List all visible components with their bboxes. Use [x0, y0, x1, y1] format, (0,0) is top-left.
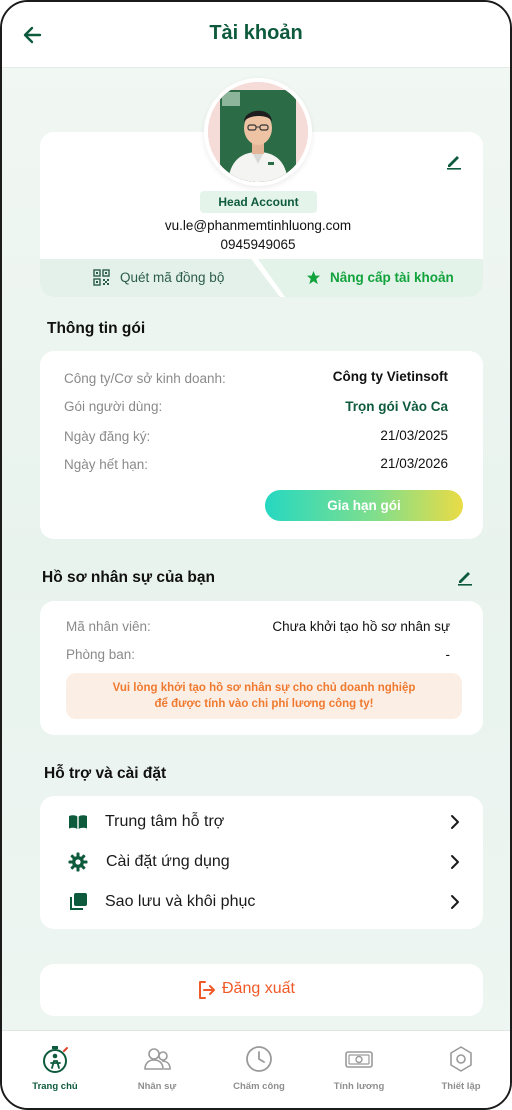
employee-id-label: Mã nhân viên: — [66, 619, 151, 634]
plan-value: Trọn gói Vào Ca — [345, 399, 448, 414]
nav-label-attendance: Chấm công — [233, 1081, 285, 1092]
nav-label-staff: Nhân sự — [137, 1081, 177, 1092]
package-section-title: Thông tin gói — [47, 320, 146, 337]
nav-item-home[interactable]: Trang chủ — [4, 1031, 106, 1108]
menu-label-app-settings: Cài đặt ứng dụng — [106, 853, 230, 870]
nav-label-payroll: Tính lương — [333, 1081, 385, 1092]
nav-item-settings[interactable]: Thiết lập — [410, 1031, 510, 1108]
bottom-nav: Trang chủ Nhân sự Chấm công Tính lương T… — [2, 1030, 510, 1108]
nav-item-attendance[interactable]: Chấm công — [208, 1031, 310, 1108]
expiry-date-value: 21/03/2026 — [380, 456, 448, 471]
menu-item-support-center[interactable]: Trung tâm hỗ trợ — [40, 802, 483, 842]
avatar[interactable] — [204, 78, 312, 186]
register-date-value: 21/03/2025 — [380, 428, 448, 443]
chevron-right-icon — [451, 895, 459, 909]
menu-label-support-center: Trung tâm hỗ trợ — [105, 813, 225, 830]
user-phone: 0945949065 — [220, 237, 296, 252]
gear-icon — [68, 852, 88, 872]
expiry-date-label: Ngày hết hạn: — [64, 457, 149, 472]
nav-item-payroll[interactable]: Tính lương — [308, 1031, 410, 1108]
company-value: Công ty Vietinsoft — [332, 369, 448, 384]
page-title: Tài khoản — [209, 22, 303, 44]
warning-line-2: để được tính vào chi phí lương công ty! — [154, 698, 374, 710]
upgrade-account-label: Nâng cấp tài khoản — [330, 270, 454, 285]
app-header: Tài khoản — [2, 2, 510, 68]
hr-section-title: Hồ sơ nhân sự của bạn — [42, 569, 215, 586]
chevron-right-icon — [451, 815, 459, 829]
edit-hr-pencil-icon[interactable] — [456, 568, 474, 586]
logout-button[interactable]: Đăng xuất — [40, 964, 483, 1016]
plan-label: Gói người dùng: — [64, 399, 163, 414]
nav-label-home: Trang chủ — [32, 1081, 78, 1092]
menu-item-backup-restore[interactable]: Sao lưu và khôi phục — [40, 882, 483, 922]
scan-sync-label: Quét mã đồng bộ — [120, 270, 225, 285]
register-date-label: Ngày đăng ký: — [64, 429, 151, 444]
qr-scan-icon — [93, 269, 110, 286]
clock-icon — [246, 1046, 272, 1072]
nav-label-settings: Thiết lập — [441, 1081, 481, 1092]
warning-line-1: Vui lòng khởi tạo hồ sơ nhân sự cho chủ … — [112, 682, 416, 694]
money-icon — [345, 1051, 373, 1068]
book-icon — [69, 815, 87, 829]
menu-item-app-settings[interactable]: Cài đặt ứng dụng — [40, 842, 483, 882]
role-badge: Head Account — [200, 191, 317, 213]
hr-warning-box: Vui lòng khởi tạo hồ sơ nhân sự cho chủ … — [66, 673, 462, 719]
company-label: Công ty/Cơ sở kinh doanh: — [64, 371, 226, 386]
nav-item-staff[interactable]: Nhân sự — [106, 1031, 208, 1108]
chevron-right-icon — [451, 855, 459, 869]
employee-id-value: Chưa khởi tạo hồ sơ nhân sự — [272, 619, 450, 634]
menu-label-backup-restore: Sao lưu và khôi phục — [105, 893, 256, 910]
avatar-photo-icon — [208, 82, 308, 182]
logout-icon — [199, 981, 215, 999]
department-value: - — [445, 647, 451, 662]
renew-plan-button[interactable]: Gia hạn gói — [265, 490, 463, 521]
support-section-title: Hỗ trợ và cài đặt — [44, 765, 167, 782]
star-icon — [306, 270, 321, 285]
settings-icon — [450, 1046, 472, 1072]
edit-profile-pencil-icon[interactable] — [445, 152, 463, 170]
home-timer-icon — [43, 1046, 68, 1073]
department-label: Phòng ban: — [66, 647, 136, 662]
logout-label: Đăng xuất — [222, 980, 295, 997]
copy-icon — [70, 893, 87, 910]
people-icon — [144, 1048, 171, 1070]
phone-frame: Tài khoản Head Account vu.le@phanmemtinh… — [0, 0, 512, 1110]
profile-actions: Quét mã đồng bộ Nâng cấp tài khoản — [40, 259, 483, 297]
user-email: vu.le@phanmemtinhluong.com — [164, 218, 352, 233]
